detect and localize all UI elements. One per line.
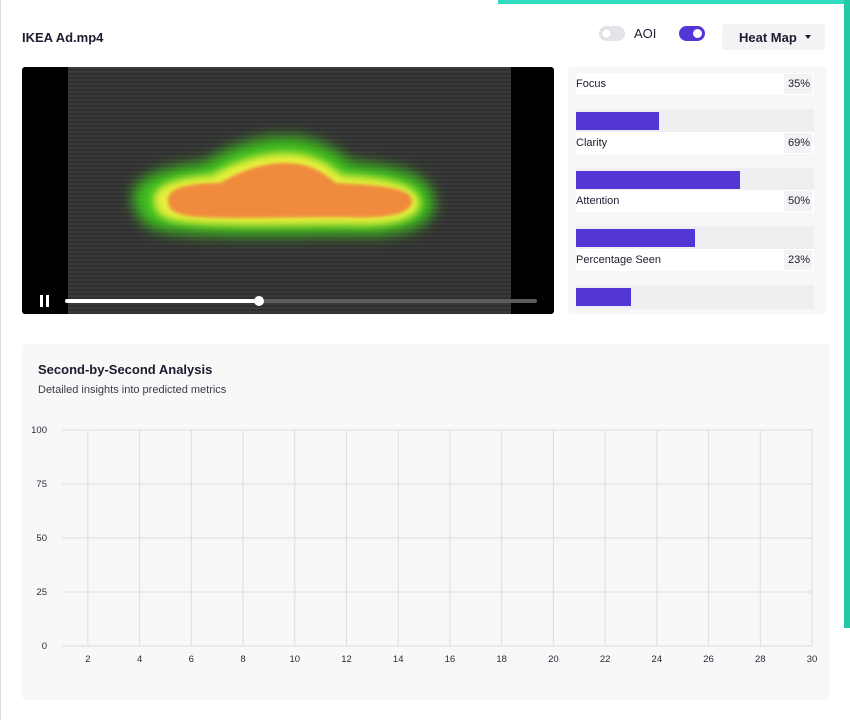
metric-header: Focus 35% <box>576 73 814 95</box>
x-tick-label: 6 <box>189 654 194 665</box>
second-by-second-chart: 02550751002 4 6 8 10 12 14 16 18 20 22 24 26 28 30 <box>31 425 818 665</box>
metric-percentage-seen: Percentage Seen 23% <box>576 249 814 309</box>
metric-name: Percentage Seen <box>576 254 662 266</box>
metric-focus: Focus 35% <box>576 73 814 133</box>
metric-bar <box>576 229 695 247</box>
aoi-toggle[interactable] <box>599 26 625 41</box>
y-tick-label: 50 <box>36 533 47 544</box>
x-tick-label: 24 <box>652 654 663 665</box>
file-title: IKEA Ad.mp4 <box>22 30 104 45</box>
y-tick-label: 100 <box>31 425 47 436</box>
x-tick-label: 10 <box>289 654 300 665</box>
aoi-toggle-group: AOI <box>599 26 656 41</box>
metric-bar <box>576 288 631 306</box>
left-divider <box>0 0 1 720</box>
top-accent-bar <box>498 0 850 4</box>
progress-fill <box>65 299 259 303</box>
x-tick-label: 4 <box>137 654 142 665</box>
metric-track <box>576 285 814 309</box>
chevron-down-icon <box>804 35 811 39</box>
video-progress-bar[interactable] <box>65 296 537 306</box>
progress-thumb[interactable] <box>253 296 264 306</box>
x-tick-label: 18 <box>496 654 507 665</box>
x-tick-label: 28 <box>755 654 766 665</box>
heatmap-toggle-group <box>679 26 705 41</box>
heatmap-toggle[interactable] <box>679 26 705 41</box>
metric-attention: Attention 50% <box>576 190 814 250</box>
metric-value: 69% <box>783 133 812 153</box>
metric-clarity: Clarity 69% <box>576 132 814 192</box>
x-tick-label: 12 <box>341 654 352 665</box>
x-tick-label: 30 <box>807 654 818 665</box>
video-controls <box>22 288 554 314</box>
x-tick-label: 8 <box>240 654 245 665</box>
aoi-label: AOI <box>634 26 657 41</box>
metric-track <box>576 226 814 250</box>
view-mode-label: Heat Map <box>739 29 797 45</box>
metric-value: 23% <box>783 250 812 270</box>
metric-track <box>576 109 814 133</box>
pause-icon[interactable] <box>39 295 51 307</box>
toggle-knob <box>602 29 611 38</box>
metric-value: 35% <box>783 74 812 94</box>
x-tick-label: 14 <box>393 654 404 665</box>
metric-name: Clarity <box>576 137 608 149</box>
video-player[interactable] <box>22 67 554 314</box>
x-tick-label: 16 <box>445 654 456 665</box>
metric-name: Focus <box>576 78 606 90</box>
metric-header: Percentage Seen 23% <box>576 249 814 271</box>
heat-map-overlay <box>132 137 435 236</box>
x-tick-label: 20 <box>548 654 559 665</box>
toggle-knob <box>693 29 702 38</box>
x-tick-label: 22 <box>600 654 611 665</box>
analysis-panel: Second-by-Second Analysis Detailed insig… <box>22 344 830 700</box>
metric-track <box>576 168 814 192</box>
metric-header: Clarity 69% <box>576 132 814 154</box>
view-mode-select[interactable]: Heat Map <box>722 24 825 50</box>
metrics-panel: Focus 35% Clarity 69% Attention 50% Perc… <box>568 67 826 314</box>
x-tick-label: 26 <box>703 654 714 665</box>
y-tick-label: 25 <box>36 587 47 598</box>
right-accent-bar <box>844 0 850 628</box>
y-tick-label: 75 <box>36 479 47 490</box>
metric-header: Attention 50% <box>576 190 814 212</box>
metric-value: 50% <box>783 191 812 211</box>
x-tick-label: 2 <box>85 654 90 665</box>
metric-bar <box>576 171 741 189</box>
y-tick-label: 0 <box>42 641 47 652</box>
metric-bar <box>576 112 660 130</box>
metric-name: Attention <box>576 195 620 207</box>
